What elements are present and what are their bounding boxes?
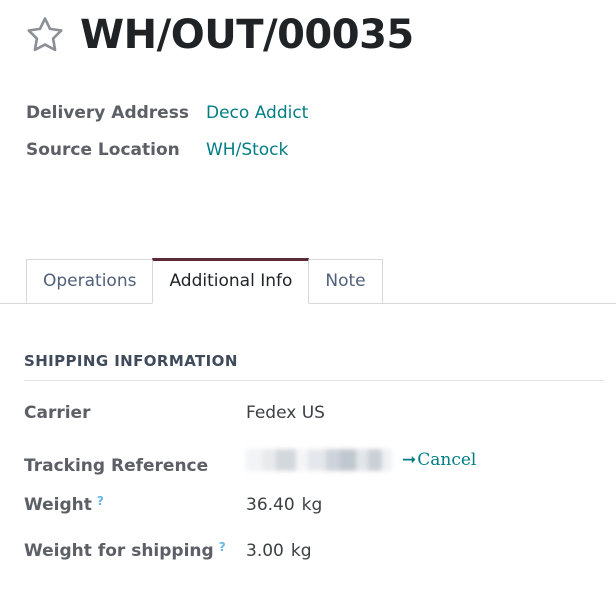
- carrier-value-text: Fedex US: [246, 403, 325, 423]
- redacted-tracking-number[interactable]: [246, 449, 392, 471]
- field-label-text: Tracking Reference: [24, 456, 209, 476]
- help-tooltip-icon[interactable]: ?: [97, 494, 104, 508]
- field-weight: Weight ? 36.40 kg: [24, 494, 604, 541]
- weight-unit: kg: [301, 495, 323, 515]
- section-title: Shipping Information: [24, 352, 238, 370]
- field-label-text: Carrier: [24, 403, 91, 423]
- field-label: Source Location: [26, 140, 180, 160]
- header-field-group: Delivery Address Deco Addict Source Loca…: [26, 103, 308, 177]
- field-source-location: Source Location WH/Stock: [26, 140, 308, 177]
- cancel-link-label: Cancel: [417, 450, 477, 470]
- field-label-text: Weight for shipping: [24, 541, 214, 561]
- tab-operations[interactable]: Operations: [26, 259, 154, 304]
- field-label: Carrier: [24, 403, 246, 423]
- record-header: WH/OUT/00035: [24, 14, 414, 56]
- field-label: Weight for shipping ?: [24, 540, 246, 561]
- cancel-tracking-link[interactable]: ➞ Cancel: [402, 450, 476, 470]
- weight-for-shipping-unit: kg: [290, 541, 312, 561]
- field-delivery-address: Delivery Address Deco Addict: [26, 103, 308, 140]
- page-title: WH/OUT/00035: [80, 12, 414, 58]
- arrow-right-icon: ➞: [402, 449, 417, 470]
- weight-for-shipping-value-text: 3.00: [246, 541, 284, 561]
- field-value-link[interactable]: Deco Addict: [206, 103, 308, 123]
- field-carrier: Carrier Fedex US: [24, 403, 604, 449]
- field-label: Tracking Reference: [24, 456, 246, 476]
- tab-note[interactable]: Note: [308, 259, 383, 304]
- shipping-field-list: Carrier Fedex US Tracking Reference ➞ Ca…: [24, 403, 604, 561]
- weight-value[interactable]: 36.40 kg: [246, 495, 322, 515]
- carrier-value[interactable]: Fedex US: [246, 403, 325, 423]
- source-location-link[interactable]: WH/Stock: [206, 140, 288, 160]
- field-tracking-reference: Tracking Reference ➞ Cancel: [24, 449, 604, 495]
- field-label: Delivery Address: [26, 103, 189, 123]
- delivery-address-link[interactable]: Deco Addict: [206, 103, 308, 123]
- shipping-information-section: Shipping Information Carrier Fedex US Tr…: [24, 352, 604, 561]
- tab-bar: Operations Additional Info Note: [0, 254, 616, 304]
- field-value-link[interactable]: WH/Stock: [206, 140, 288, 160]
- field-label-text: Weight: [24, 495, 92, 515]
- field-label: Weight ?: [24, 494, 246, 515]
- weight-for-shipping-value[interactable]: 3.00 kg: [246, 541, 312, 561]
- tab-additional-info[interactable]: Additional Info: [152, 258, 310, 304]
- weight-value-text: 36.40: [246, 495, 295, 515]
- star-outline-icon[interactable]: [24, 14, 66, 56]
- help-tooltip-icon[interactable]: ?: [219, 540, 226, 554]
- field-weight-for-shipping: Weight for shipping ? 3.00 kg: [24, 540, 604, 561]
- section-divider: [24, 380, 604, 381]
- tracking-reference-value[interactable]: ➞ Cancel: [246, 449, 476, 471]
